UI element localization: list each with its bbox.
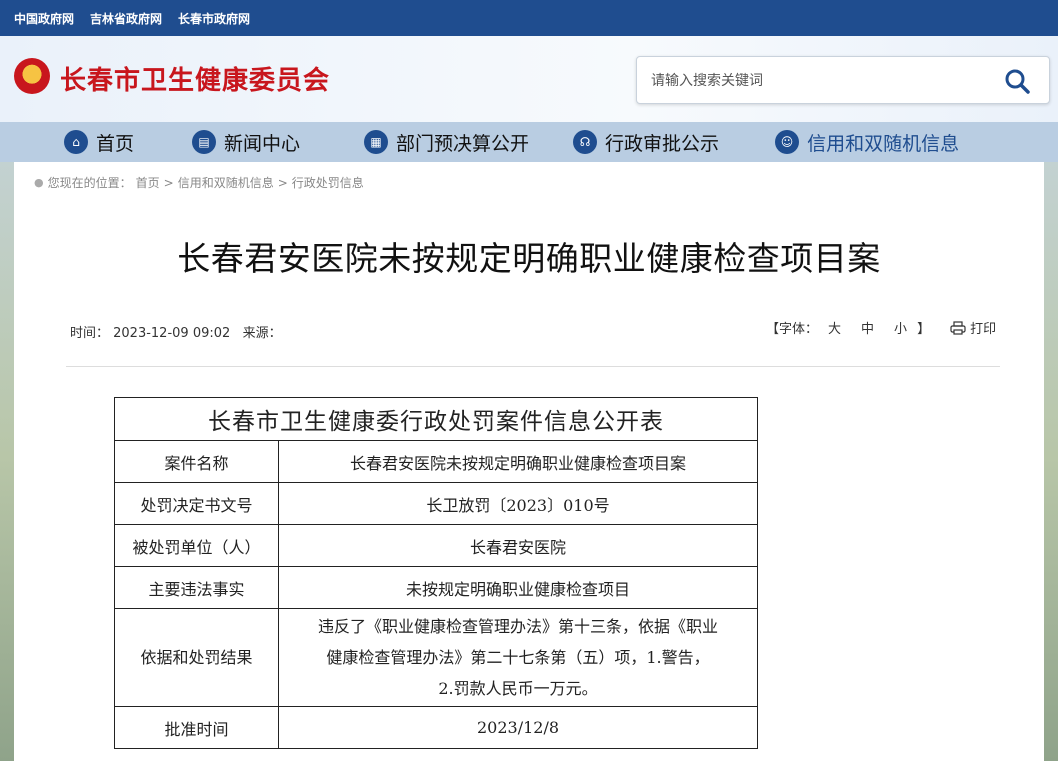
row-label: 主要违法事实	[114, 566, 279, 609]
search-box	[636, 56, 1050, 104]
row-label: 依据和处罚结果	[114, 608, 279, 707]
article-tools: 【字体： 大 中 小 】 打印	[766, 318, 996, 337]
home-icon: ⌂	[64, 130, 88, 154]
breadcrumb-prefix: 您现在的位置：	[47, 176, 132, 190]
news-icon: ▤	[192, 130, 217, 154]
table-caption-row: 长春市卫生健康委行政处罚案件信息公开表	[114, 397, 758, 441]
nav-item-approval[interactable]: ☊ 行政审批公示	[573, 129, 719, 156]
breadcrumb-credit[interactable]: 信用和双随机信息	[178, 174, 274, 191]
row-value-line: 健康检查管理办法》第二十七条第（五）项，1.警告，	[326, 648, 710, 667]
table-caption: 长春市卫生健康委行政处罚案件信息公开表	[114, 397, 758, 441]
article-title: 长春君安医院未按规定明确职业健康检查项目案	[177, 239, 881, 278]
main-nav: ⌂ 首页 ▤ 新闻中心 ▦ 部门预决算公开 ☊ 行政审批公示 ☺ 信用和双随机信…	[0, 122, 1058, 162]
font-size-label: 【字体：	[766, 322, 819, 337]
nav-item-home[interactable]: ⌂ 首页	[64, 129, 134, 156]
row-value-line: 2.罚款人民币一万元。	[438, 679, 598, 698]
font-size-small[interactable]: 小	[894, 318, 907, 337]
national-emblem-icon: ★	[14, 58, 50, 94]
table-row: 批准时间 2023/12/8	[114, 706, 758, 749]
table-row: 处罚决定书文号 长卫放罚〔2023〕010号	[114, 482, 758, 525]
row-label: 案件名称	[114, 440, 279, 483]
nav-item-news[interactable]: ▤ 新闻中心	[192, 129, 300, 156]
nav-item-credit[interactable]: ☺ 信用和双随机信息	[775, 129, 959, 156]
budget-icon: ▦	[364, 130, 389, 154]
nav-item-budget[interactable]: ▦ 部门预决算公开	[364, 129, 529, 156]
penalty-info-table: 长春市卫生健康委行政处罚案件信息公开表 案件名称 长春君安医院未按规定明确职业健…	[114, 397, 758, 749]
divider	[66, 366, 1000, 367]
table-row: 依据和处罚结果 违反了《职业健康检查管理办法》第十三条，依据《职业 健康检查管理…	[114, 608, 758, 707]
font-size-large[interactable]: 大	[828, 318, 841, 337]
link-changchun-gov[interactable]: 长春市政府网	[178, 10, 250, 27]
font-size-medium[interactable]: 中	[861, 318, 874, 337]
site-title[interactable]: 长春市卫生健康委员会	[60, 60, 330, 97]
breadcrumb-separator: >	[277, 175, 288, 190]
link-jilin-gov[interactable]: 吉林省政府网	[90, 10, 162, 27]
breadcrumb-home[interactable]: 首页	[136, 174, 160, 191]
search-input[interactable]	[651, 69, 971, 93]
row-value: 违反了《职业健康检查管理办法》第十三条，依据《职业 健康检查管理办法》第二十七条…	[278, 608, 758, 707]
site-header: ★ 长春市卫生健康委员会	[0, 36, 1058, 122]
row-value: 长卫放罚〔2023〕010号	[278, 482, 758, 525]
headset-icon: ☊	[573, 130, 598, 154]
font-size-close: 】	[917, 322, 931, 337]
row-label: 被处罚单位（人）	[114, 524, 279, 567]
table-row: 案件名称 长春君安医院未按规定明确职业健康检查项目案	[114, 440, 758, 483]
nav-label: 部门预决算公开	[396, 132, 530, 155]
chat-icon: ☺	[775, 130, 800, 154]
row-label: 批准时间	[114, 706, 279, 749]
nav-label: 行政审批公示	[605, 132, 720, 155]
nav-label: 信用和双随机信息	[807, 132, 960, 155]
breadcrumb-separator: >	[163, 175, 174, 190]
article-meta: 时间： 2023-12-09 09:02 来源：	[70, 326, 282, 341]
link-gov-cn[interactable]: 中国政府网	[14, 10, 74, 27]
breadcrumb-penalty[interactable]: 行政处罚信息	[292, 174, 364, 191]
row-value: 长春君安医院	[278, 524, 758, 567]
nav-label: 首页	[96, 132, 135, 155]
row-value: 2023/12/8	[278, 706, 758, 749]
search-icon[interactable]	[1003, 67, 1031, 95]
table-row: 被处罚单位（人） 长春君安医院	[114, 524, 758, 567]
article-panel: ● 您现在的位置： 首页 > 信用和双随机信息 > 行政处罚信息 长春君安医院未…	[14, 162, 1044, 761]
printer-icon	[950, 320, 966, 335]
breadcrumb: ● 您现在的位置： 首页 > 信用和双随机信息 > 行政处罚信息	[34, 174, 364, 191]
top-bar: 中国政府网 吉林省政府网 长春市政府网	[0, 0, 1058, 36]
row-label: 处罚决定书文号	[114, 482, 279, 525]
row-value-line: 违反了《职业健康检查管理办法》第十三条，依据《职业	[317, 617, 718, 636]
print-button[interactable]: 打印	[950, 318, 996, 337]
nav-label: 新闻中心	[224, 132, 301, 155]
location-pin-icon: ●	[34, 176, 44, 189]
table-row: 主要违法事实 未按规定明确职业健康检查项目	[114, 566, 758, 609]
row-value: 长春君安医院未按规定明确职业健康检查项目案	[278, 440, 758, 483]
print-label: 打印	[970, 322, 997, 337]
row-value: 未按规定明确职业健康检查项目	[278, 566, 758, 609]
